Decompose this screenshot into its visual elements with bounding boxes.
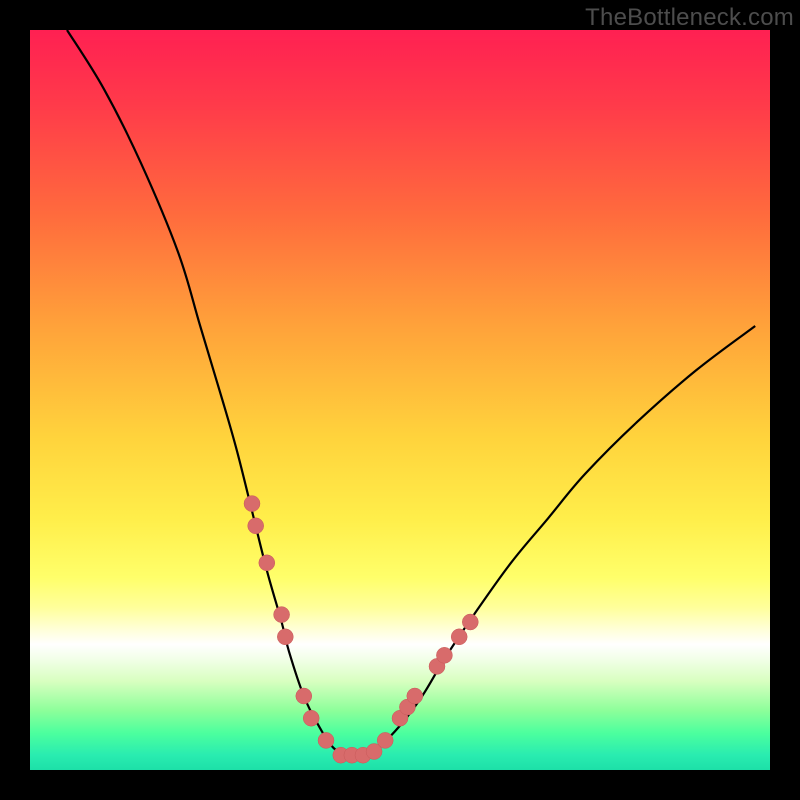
curve-marker	[318, 732, 334, 748]
bottleneck-curve	[67, 30, 755, 756]
curve-markers	[244, 496, 478, 764]
curve-marker	[436, 647, 452, 663]
plot-area	[30, 30, 770, 770]
curve-marker	[248, 518, 264, 534]
watermark-text: TheBottleneck.com	[585, 4, 794, 32]
curve-marker	[303, 710, 319, 726]
curve-layer	[30, 30, 770, 770]
chart-frame: TheBottleneck.com	[0, 0, 800, 800]
curve-marker	[259, 555, 275, 571]
curve-marker	[244, 496, 260, 512]
curve-marker	[377, 732, 393, 748]
curve-marker	[451, 629, 467, 645]
curve-marker	[277, 629, 293, 645]
curve-marker	[462, 614, 478, 630]
curve-marker	[274, 607, 290, 623]
curve-marker	[407, 688, 423, 704]
curve-marker	[296, 688, 312, 704]
